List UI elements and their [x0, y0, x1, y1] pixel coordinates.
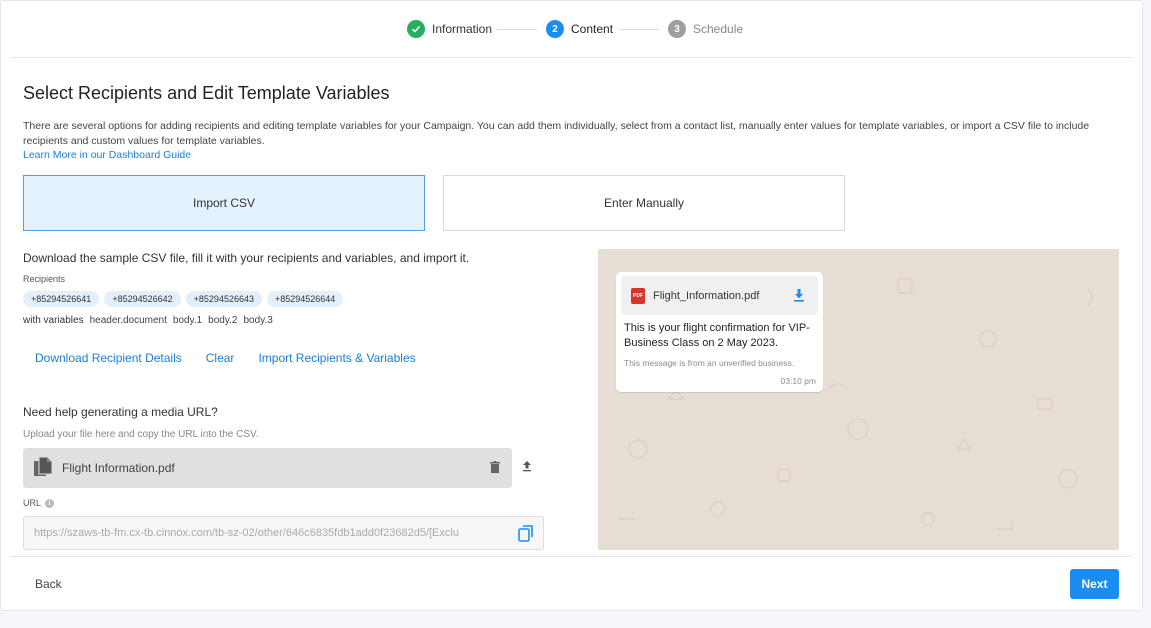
variable-name: body.3 [243, 315, 273, 326]
info-icon[interactable]: i [45, 498, 55, 508]
csv-instruction: Download the sample CSV file, fill it wi… [23, 251, 470, 265]
download-recipient-details-button[interactable]: Download Recipient Details [35, 351, 182, 365]
csv-actions: Download Recipient Details Clear Import … [35, 351, 416, 365]
step-connector [497, 29, 537, 30]
uploaded-file: Flight Information.pdf [23, 448, 512, 488]
step-label: Schedule [693, 22, 744, 36]
message-preview: PDF Flight_Information.pdf This is your … [598, 249, 1119, 550]
recipient-chip: +85294526641 [23, 291, 100, 307]
recipient-chip: +85294526642 [104, 291, 181, 307]
stepper: Information 2 Content 3 Schedule [1, 1, 1142, 57]
step-label: Content [571, 22, 614, 36]
url-label: URL [23, 498, 42, 508]
step-number: 3 [668, 20, 686, 38]
recipient-chip: +85294526643 [185, 291, 262, 307]
page-title: Select Recipients and Edit Template Vari… [23, 83, 390, 103]
variable-name: header.document [89, 315, 167, 326]
step-label: Information [432, 22, 493, 36]
document-attachment[interactable]: PDF Flight_Information.pdf [621, 276, 818, 315]
divider [11, 556, 1132, 557]
unverified-notice: This message is from an unverified busin… [624, 358, 795, 368]
enter-manually-option[interactable]: Enter Manually [443, 175, 845, 231]
variables-row: with variables header.document body.1 bo… [23, 315, 273, 326]
media-help-subtitle: Upload your file here and copy the URL i… [23, 429, 259, 440]
campaign-panel: Information 2 Content 3 Schedule Select … [0, 0, 1143, 611]
pdf-icon: PDF [631, 287, 645, 304]
message-text: This is your flight confirmation for VIP… [624, 322, 810, 349]
step-information[interactable]: Information [407, 20, 492, 38]
step-content[interactable]: 2 Content [546, 20, 613, 38]
with-variables-label: with variables [23, 315, 84, 326]
clear-button[interactable]: Clear [206, 351, 235, 365]
back-button[interactable]: Back [35, 577, 62, 591]
recipient-chip: +85294526644 [266, 291, 344, 307]
upload-icon[interactable] [521, 460, 533, 475]
variable-name: body.1 [172, 315, 203, 326]
check-icon [407, 20, 425, 38]
url-input[interactable] [24, 517, 504, 549]
page-intro: There are several options for adding rec… [23, 120, 1090, 147]
next-button[interactable]: Next [1070, 569, 1119, 599]
import-recipients-button[interactable]: Import Recipients & Variables [258, 351, 415, 365]
step-number: 2 [546, 20, 564, 38]
variable-name: body.2 [208, 315, 238, 326]
step-schedule[interactable]: 3 Schedule [668, 20, 743, 38]
url-field [23, 516, 544, 550]
download-icon[interactable] [793, 289, 805, 305]
recipient-chips: +85294526641 +85294526642 +85294526643 +… [23, 291, 344, 307]
message-time: 03:10 pm [780, 376, 816, 386]
url-label-row: URL i [23, 498, 55, 508]
delete-file-icon[interactable] [490, 461, 500, 476]
file-copy-icon [32, 456, 54, 481]
document-name: Flight_Information.pdf [653, 289, 760, 302]
file-name: Flight Information.pdf [62, 461, 175, 475]
step-connector [619, 29, 659, 30]
media-help-title: Need help generating a media URL? [23, 405, 218, 419]
message-bubble: PDF Flight_Information.pdf This is your … [616, 272, 823, 392]
divider [11, 57, 1132, 58]
copy-icon[interactable] [518, 525, 534, 545]
recipients-label: Recipients [23, 274, 66, 284]
import-csv-option[interactable]: Import CSV [23, 175, 425, 231]
dashboard-guide-link[interactable]: Learn More in our Dashboard Guide [23, 149, 191, 161]
